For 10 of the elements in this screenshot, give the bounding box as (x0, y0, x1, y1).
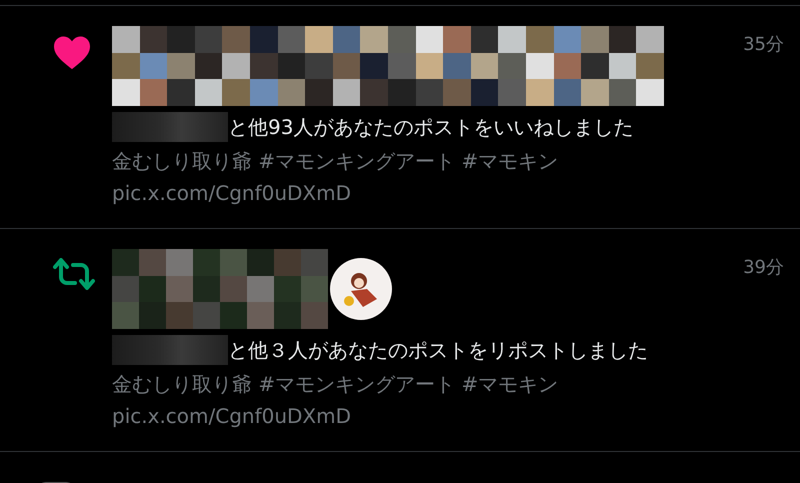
timestamp: 39分 (743, 256, 784, 279)
timestamp: 35分 (743, 33, 784, 56)
post-text: 金むしり取り爺 #マモンキングアート #マモキン (112, 371, 560, 398)
post-text: 金むしり取り爺 #マモンキングアート #マモキン (112, 148, 560, 175)
post-link[interactable]: pic.x.com/Cgnf0uDXmD (112, 404, 784, 428)
notification-message: と他93人があなたのポストをいいねしました (228, 114, 634, 140)
repost-icon (52, 257, 96, 291)
heart-icon (52, 34, 92, 70)
notification-message: と他３人があなたのポストをリポストしました (228, 336, 648, 364)
post-link[interactable]: pic.x.com/Cgnf0uDXmD (112, 181, 784, 205)
